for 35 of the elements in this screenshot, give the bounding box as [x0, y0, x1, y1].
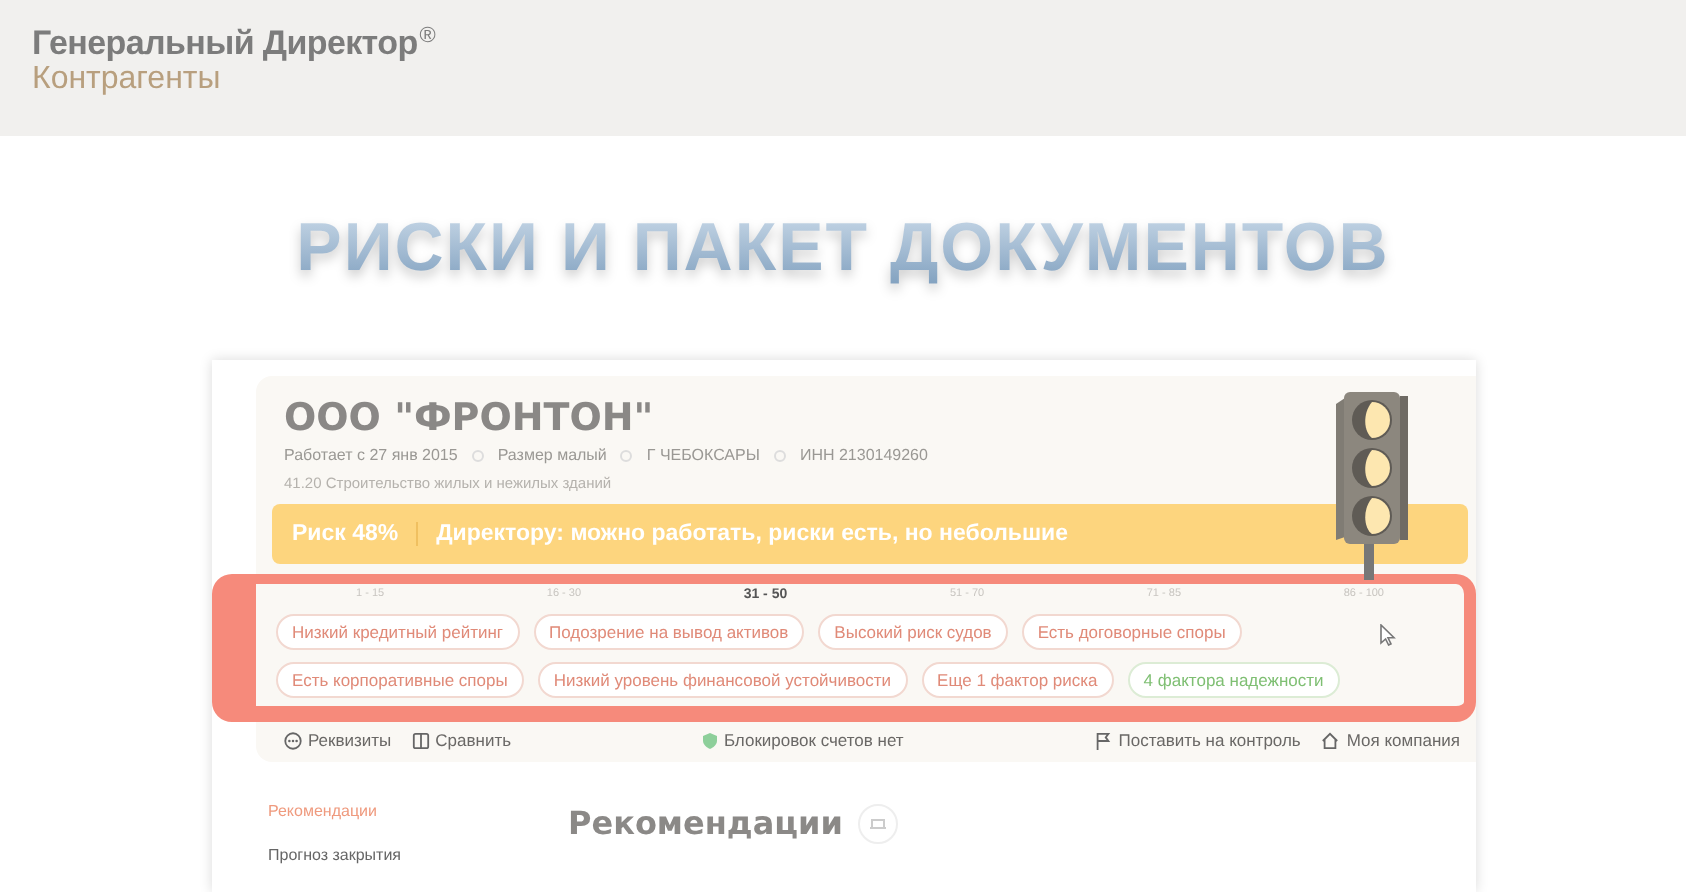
risk-factor-tag[interactable]: Подозрение на вывод активов [533, 614, 805, 650]
company-detail: ИНН 2130149260 [799, 446, 928, 464]
reliability-tag[interactable]: 4 фактора надежности [1127, 662, 1340, 698]
more-icon [284, 731, 302, 749]
action-link[interactable]: Поставить на контроль [1118, 730, 1301, 750]
company-name: ООО "ФРОНТОН" [284, 396, 656, 440]
account-status: Блокировок счетов нет [723, 730, 904, 750]
company-detail: Работает с 27 янв 2015 [284, 446, 458, 464]
separator-dot [620, 449, 633, 461]
risk-factor-tag[interactable]: Низкий уровень финансовой устойчивости [537, 662, 908, 698]
sidebar-item[interactable]: Прогноз закрытия [268, 846, 568, 864]
flag-icon [1094, 731, 1113, 749]
action-link[interactable]: Сравнить [435, 730, 512, 750]
section-title: Рекомендации [568, 804, 843, 842]
brand-name: Генеральный Директор$^{®}$ [32, 24, 438, 64]
cursor-icon [1380, 624, 1396, 646]
action-link[interactable]: Реквизиты [308, 730, 392, 750]
separator-dot [471, 449, 484, 461]
action-link[interactable]: Моя компания [1346, 730, 1461, 750]
company-detail: Г ЧЕБОКСАРЫ [646, 446, 760, 464]
company-detail: Размер малый [497, 446, 607, 464]
registered-mark: ® [419, 24, 436, 52]
shield-icon [701, 731, 718, 749]
risk-factor-tag[interactable]: Еще 1 фактор риска [921, 662, 1114, 698]
risk-score: Риск 48% [292, 522, 419, 546]
separator-dot [773, 449, 786, 461]
risk-factor-tag[interactable]: Есть корпоративные споры [276, 662, 524, 698]
columns-icon [411, 731, 430, 749]
risk-factor-tag[interactable]: Высокий риск судов [818, 614, 1008, 650]
sidebar-item[interactable]: Рекомендации [268, 802, 568, 820]
risk-factor-tag[interactable]: Есть договорные споры [1021, 614, 1242, 650]
product-name: Контрагенты [32, 62, 223, 98]
risk-factor-tag[interactable]: Низкий кредитный рейтинг [276, 614, 519, 650]
home-icon [1320, 731, 1341, 749]
risk-verdict: Директору: можно работать, риски есть, но небольшие [436, 522, 1068, 546]
